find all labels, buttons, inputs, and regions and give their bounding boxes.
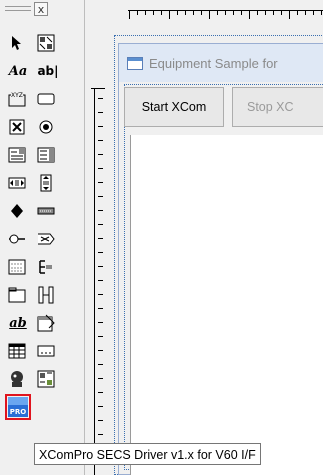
ruler-tick (297, 11, 298, 15)
ruler-tick (98, 266, 103, 267)
pointer-tool-icon[interactable] (7, 33, 27, 53)
ruler-tick (129, 11, 130, 19)
ruler-tick (305, 11, 306, 15)
textbox-tool-icon[interactable]: ab| (34, 61, 62, 81)
ruler-tick (98, 434, 103, 435)
vertical-ruler (91, 88, 105, 475)
picturebox-tool-icon[interactable] (36, 33, 56, 53)
ruler-tick (98, 210, 103, 211)
listbox-tool-icon[interactable] (36, 145, 56, 165)
ruler-tick (137, 11, 138, 15)
ruler-tick (185, 11, 186, 15)
combobox-tool-icon[interactable] (7, 145, 27, 165)
ruler-tick (273, 11, 274, 15)
ruler-tick (98, 280, 103, 281)
ruler-tick (98, 420, 103, 421)
ruler-tick (98, 224, 103, 225)
image-tool-icon[interactable] (7, 285, 27, 305)
svg-text:XYZ: XYZ (11, 92, 23, 99)
svg-text:PRO: PRO (10, 408, 27, 416)
ruler-tick (209, 11, 210, 19)
toolbox-close-button[interactable]: x (34, 2, 48, 16)
ruler-tick (257, 11, 258, 15)
masked-edit-tool-icon[interactable] (36, 341, 56, 361)
ruler-tick (201, 11, 202, 15)
ruler-tick (98, 294, 103, 295)
ruler-tick (98, 196, 103, 197)
ruler-tick (145, 11, 146, 15)
ruler-tick (161, 11, 162, 15)
vscrollbar-tool-icon[interactable] (36, 173, 56, 193)
ruler-tick (265, 11, 266, 15)
label-tool-icon[interactable]: Aa (5, 61, 31, 81)
start-xcom-button[interactable]: Start XCom (124, 87, 224, 127)
ruler-tick (98, 364, 103, 365)
hscrollbar-tool-icon[interactable] (7, 173, 27, 193)
ruler-tick (233, 11, 234, 15)
command-button-tool-icon[interactable] (36, 89, 56, 109)
ruler-tick (193, 11, 194, 15)
component-tool-icon[interactable] (36, 369, 56, 389)
ruler-tick (217, 11, 218, 15)
tooltip: XComPro SECS Driver v1.x for V60 I/F (34, 443, 261, 465)
ruler-tick (98, 140, 103, 141)
ole-tool-icon[interactable] (36, 313, 56, 333)
timer-tool-icon[interactable] (7, 201, 27, 221)
ruler-tick (289, 11, 290, 19)
ruler-tick (98, 112, 103, 113)
stop-xcom-button[interactable]: Stop XC (232, 87, 323, 127)
ruler-tick (98, 168, 103, 169)
horizontal-ruler (128, 10, 323, 23)
toolbox-grip[interactable] (5, 6, 31, 7)
ruler-tick (98, 336, 103, 337)
form-title-bar[interactable]: Equipment Sample for (119, 44, 323, 82)
dirlist-tool-icon[interactable] (7, 229, 27, 249)
ruler-tick (98, 252, 103, 253)
ruler-tick (169, 11, 170, 19)
ruler-tick (98, 322, 103, 323)
checkbox-tool-icon[interactable] (7, 117, 27, 137)
underline-label-tool-icon[interactable]: ab (5, 313, 31, 333)
ruler-tick (98, 392, 103, 393)
form-canvas (130, 135, 323, 475)
ruler-tick (249, 11, 250, 19)
ruler-tick (225, 11, 226, 15)
filelist-tool-icon[interactable] (36, 229, 56, 249)
ruler-tick (98, 378, 103, 379)
grid-tool-icon[interactable] (7, 341, 27, 361)
ruler-tick (98, 126, 103, 127)
ruler-tick (313, 11, 314, 15)
option-button-tool-icon[interactable] (36, 117, 56, 137)
ruler-tick (153, 11, 154, 15)
ruler-tick (177, 11, 178, 15)
drivelist-tool-icon[interactable] (36, 201, 56, 221)
xcompro-tool-icon[interactable]: PRO (5, 394, 31, 420)
toolbox-header: x (0, 0, 84, 20)
ruler-tick (98, 182, 103, 183)
form-caption: Equipment Sample for (149, 56, 278, 71)
ruler-tick (98, 308, 103, 309)
ruler-tick (321, 11, 322, 15)
frame-tool-icon[interactable]: XYZ (7, 89, 27, 109)
shape-tool-icon[interactable] (7, 257, 27, 277)
user-control-tool-icon[interactable] (7, 369, 27, 389)
ruler-tick (98, 406, 103, 407)
ruler-tick (98, 238, 103, 239)
ruler-tick (281, 11, 282, 15)
ruler-tick (241, 11, 242, 15)
form-window-icon (127, 57, 143, 70)
ruler-tick (98, 350, 103, 351)
ruler-tick (98, 154, 103, 155)
line-tool-icon[interactable] (36, 257, 56, 277)
ruler-tick (98, 98, 103, 99)
toolbox-panel: x Aa ab| XYZ ab PRO (0, 0, 85, 475)
data-tool-icon[interactable] (36, 285, 56, 305)
